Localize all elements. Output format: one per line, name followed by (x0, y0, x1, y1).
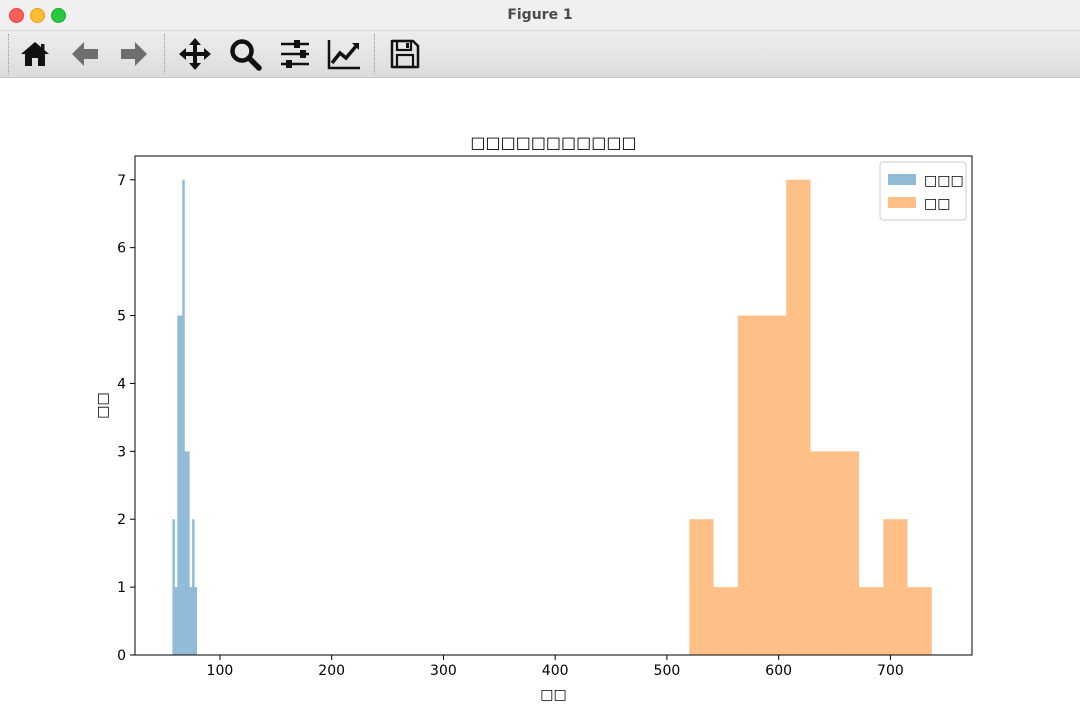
x-tick-label: 200 (318, 663, 345, 679)
home-icon (21, 42, 49, 66)
x-tick-label: 500 (654, 663, 681, 679)
toolbar-separator (164, 34, 165, 74)
y-tick-label: 6 (117, 241, 126, 257)
zoom-button[interactable] (227, 37, 263, 71)
histogram-bar-series0-bin9 (194, 587, 198, 655)
legend-swatch (888, 174, 916, 185)
histogram-bar-series1-bin0 (689, 519, 714, 655)
move-icon (179, 38, 211, 70)
y-tick-label: 0 (117, 648, 126, 664)
x-axis-label: □□ (540, 687, 566, 703)
magnifier-icon (230, 39, 262, 71)
forward-button[interactable] (116, 37, 152, 71)
histogram-bar-series1-bin1 (713, 587, 738, 655)
back-button[interactable] (67, 37, 103, 71)
histogram-bar-series1-bin9 (907, 587, 932, 655)
histogram-bar-series0-bin6 (187, 451, 190, 655)
bars-layer (172, 179, 932, 655)
histogram-bar-series1-bin4 (786, 179, 811, 655)
legend-box (879, 161, 967, 221)
home-button[interactable] (17, 37, 53, 71)
histogram-bar-series0-bin7 (189, 587, 193, 655)
histogram-bar-series0-bin2 (177, 315, 180, 655)
navigation-toolbar (0, 31, 1080, 78)
y-tick-label: 3 (117, 444, 126, 460)
x-tick-label: 100 (207, 663, 234, 679)
histogram-bar-series0-bin5 (184, 451, 188, 655)
legend-swatch (888, 197, 916, 208)
x-tick-label: 400 (542, 663, 569, 679)
configure-subplots-button[interactable] (277, 37, 313, 71)
arrow-right-icon (121, 42, 147, 66)
histogram-bar-series1-bin2 (737, 315, 763, 655)
arrow-left-icon (72, 42, 98, 66)
y-tick-label: 4 (117, 376, 126, 392)
histogram-chart[interactable]: 100 200 300 400 500 600 70001234567 □□□□□□□□□□… (0, 78, 1080, 726)
histogram-bar-series0-bin3 (179, 315, 183, 655)
histogram-bar-series0-bin8 (192, 519, 195, 655)
histogram-bar-series1-bin7 (859, 587, 884, 655)
histogram-bar-series1-bin8 (883, 519, 908, 655)
toolbar-separator (8, 34, 9, 74)
histogram-bar-series1-bin5 (810, 451, 835, 655)
edit-axes-button[interactable] (326, 37, 362, 71)
y-axis-label: □□ (95, 392, 111, 418)
y-tick-label: 2 (117, 512, 126, 528)
x-tick-label: 600 (765, 663, 792, 679)
histogram-bar-series1-bin6 (834, 451, 860, 655)
x-tick-label: 300 (430, 663, 457, 679)
toolbar-separator (374, 34, 375, 74)
chart-title: □□□□□□□□□□□ (470, 133, 636, 152)
plot-area: 100 200 300 400 500 600 700 0 1 2 3 4 5 6 7 □□□□□□□□□□… (0, 78, 1080, 726)
x-tick-label: 700 (877, 663, 904, 679)
legend-label: □□□ (924, 173, 964, 189)
histogram-bar-series1-bin3 (762, 315, 787, 655)
histogram-bar-series0-bin4 (182, 179, 185, 655)
sliders-icon (281, 40, 309, 68)
y-tick-label: 1 (117, 580, 126, 596)
save-button[interactable] (387, 37, 423, 71)
y-tick-label: 5 (117, 309, 126, 325)
histogram-bar-series0-bin1 (174, 587, 178, 655)
figure-window: Figure 1 100 200 300 400 500 600 700 0 1… (0, 0, 1080, 726)
line-chart-icon (327, 40, 360, 70)
pan-button[interactable] (177, 37, 213, 71)
legend-label: □□ (924, 196, 950, 212)
histogram-bar-series0-bin0 (172, 519, 175, 655)
legend: □□□□□ (879, 161, 967, 221)
y-tick-label: 7 (117, 173, 126, 189)
floppy-disk-icon (390, 39, 420, 69)
title-bar: Figure 1 (0, 0, 1080, 31)
window-title: Figure 1 (507, 7, 573, 23)
